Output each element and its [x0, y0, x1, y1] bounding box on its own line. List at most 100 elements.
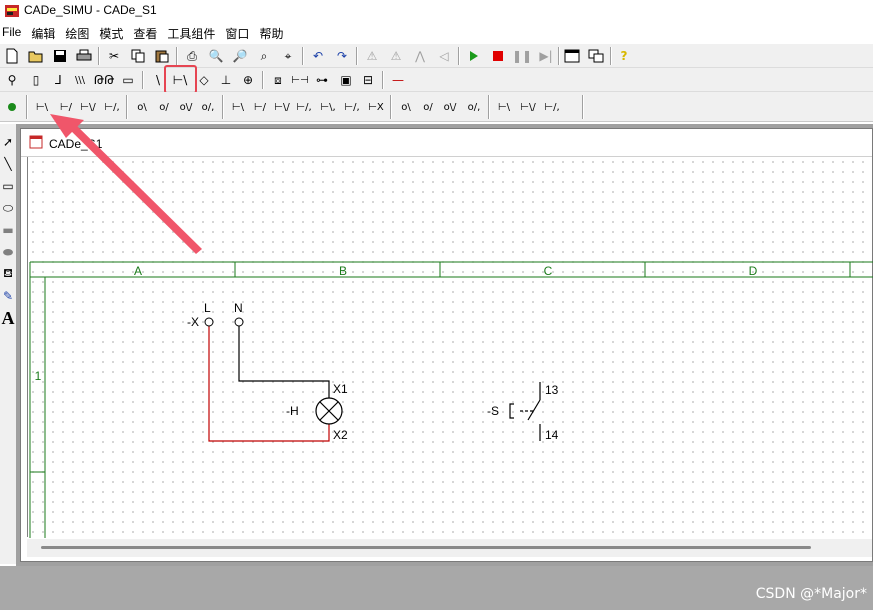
- aux-nc-pair-icon[interactable]: o\/: [440, 97, 460, 117]
- toolbar-separator: [582, 95, 584, 119]
- nc-contact-pair-icon[interactable]: ⊢\/: [78, 97, 98, 117]
- toolbar-separator: [382, 71, 384, 89]
- terminal-icon[interactable]: ⚲: [2, 70, 22, 90]
- print-preview-icon[interactable]: ⎙: [182, 46, 202, 66]
- open-icon[interactable]: [26, 46, 46, 66]
- toolbar-separator: [98, 47, 100, 65]
- filled-rectangle-icon[interactable]: ▬: [0, 220, 16, 240]
- components-toolbar: ⚲ ▯ ᒧ \\\ ԹԹ ▭ \ ⊢\ ◇ ⊥ ⊕ ⧈ ⊢⊣ ⊶ ▣ ⊟ —: [0, 65, 873, 94]
- box-icon[interactable]: ▣: [336, 70, 356, 90]
- timer-no-pair-icon[interactable]: o/,: [198, 97, 218, 117]
- cut-icon[interactable]: ✂: [104, 46, 124, 66]
- save-icon[interactable]: [50, 46, 70, 66]
- menu-draw[interactable]: 绘图: [63, 22, 95, 42]
- toolbar-separator: [142, 71, 144, 89]
- three-contact-b-icon[interactable]: ⊢/: [250, 97, 270, 117]
- help-icon[interactable]: ?: [614, 46, 634, 66]
- relay-icon[interactable]: ▭: [118, 70, 138, 90]
- mirror-icon[interactable]: ⚠: [386, 46, 406, 66]
- toolbar-separator: [262, 71, 264, 89]
- scrollbar-thumb[interactable]: [41, 546, 811, 549]
- switch-icon[interactable]: ᒧ: [48, 70, 68, 90]
- toolbar-separator: [610, 47, 612, 65]
- zoom-in-icon[interactable]: 🔍: [206, 46, 226, 66]
- aux-no-pair-icon[interactable]: o/,: [464, 97, 484, 117]
- menu-view[interactable]: 查看: [131, 22, 163, 42]
- fuse-icon[interactable]: ▯: [26, 70, 46, 90]
- three-pole-switch-icon[interactable]: \\\: [70, 70, 90, 90]
- no-contact-pair-icon[interactable]: ⊢/,: [102, 97, 122, 117]
- timer-nc-pair-icon[interactable]: o\/: [176, 97, 196, 117]
- app-window: CADe_SIMU - CADe_S1 File 编辑 绘图 模式 查看 工具组…: [0, 0, 873, 610]
- three-contact-g-icon[interactable]: ⊢X: [366, 97, 386, 117]
- resistor-icon[interactable]: ⊢⊣: [290, 70, 310, 90]
- record-icon[interactable]: [2, 97, 22, 117]
- connector-icon[interactable]: ⊟: [358, 70, 378, 90]
- watermark: CSDN @*Major*: [755, 586, 867, 602]
- limit-b-icon[interactable]: ⊢\/: [518, 97, 538, 117]
- three-contact-a-icon[interactable]: ⊢\: [228, 97, 248, 117]
- line-icon[interactable]: ╲: [0, 154, 16, 174]
- timer-no-icon[interactable]: o/: [154, 97, 174, 117]
- ellipse-icon[interactable]: ⬭: [0, 198, 16, 218]
- menu-bar: File 编辑 绘图 模式 查看 工具组件 窗口 帮助: [0, 22, 873, 42]
- new-icon[interactable]: [2, 46, 22, 66]
- zoom-fit-icon[interactable]: ⌕: [254, 46, 274, 66]
- menu-file[interactable]: File: [0, 22, 27, 42]
- menu-tools[interactable]: 工具组件: [165, 22, 221, 42]
- print-icon[interactable]: [74, 46, 94, 66]
- pause-icon[interactable]: ❚❚: [512, 46, 532, 66]
- no-contact-icon[interactable]: ⊢/: [56, 97, 76, 117]
- menu-help[interactable]: 帮助: [257, 22, 289, 42]
- aux-nc-icon[interactable]: o\: [396, 97, 416, 117]
- three-contact-f-icon[interactable]: ⊢/,: [342, 97, 362, 117]
- limit-a-icon[interactable]: ⊢\: [494, 97, 514, 117]
- document-title: CADe_S1: [49, 137, 103, 151]
- undo-icon[interactable]: ↶: [308, 46, 328, 66]
- pen-icon[interactable]: ✎: [0, 286, 16, 306]
- limit-c-icon[interactable]: ⊢/,: [542, 97, 562, 117]
- play-icon[interactable]: [464, 46, 484, 66]
- motor-icon[interactable]: ԹԹ: [94, 70, 115, 90]
- windows-icon[interactable]: [586, 46, 606, 66]
- move-icon[interactable]: ◁: [434, 46, 454, 66]
- toolbar-separator: [558, 47, 560, 65]
- flip-icon[interactable]: ⚠: [362, 46, 382, 66]
- three-contact-d-icon[interactable]: ⊢/,: [294, 97, 314, 117]
- step-icon[interactable]: ▶|: [536, 46, 556, 66]
- zoom-select-icon[interactable]: ⌖: [278, 46, 298, 66]
- wire-icon[interactable]: —: [388, 70, 408, 90]
- sensor-icon[interactable]: ⧈: [268, 70, 288, 90]
- cross-icon[interactable]: ⊥: [216, 70, 236, 90]
- toolbar-separator: [126, 95, 128, 119]
- timer-nc-icon[interactable]: o\: [132, 97, 152, 117]
- schematic-canvas[interactable]: [27, 157, 872, 537]
- fill-icon[interactable]: ⛾: [0, 264, 16, 284]
- rectangle-icon[interactable]: ▭: [0, 176, 16, 196]
- window-icon[interactable]: [562, 46, 582, 66]
- standard-toolbar: ✂ ⎙ 🔍 🔎 ⌕ ⌖ ↶ ↷ ⚠ ⚠ ⋀ ◁ ❚❚ ▶| ?: [0, 44, 873, 68]
- diamond-icon[interactable]: ◇: [194, 70, 214, 90]
- menu-mode[interactable]: 模式: [97, 22, 129, 42]
- copy-icon[interactable]: [128, 46, 148, 66]
- drawing-tools: ➚ ╲ ▭ ⬭ ▬ ⬬ ⛾ ✎ A: [0, 124, 16, 564]
- toolbar-separator: [488, 95, 490, 119]
- stop-icon[interactable]: [488, 46, 508, 66]
- menu-edit[interactable]: 编辑: [29, 22, 61, 42]
- three-contact-c-icon[interactable]: ⊢\/: [272, 97, 292, 117]
- three-contact-e-icon[interactable]: ⊢\,: [318, 97, 338, 117]
- text-icon[interactable]: A: [0, 308, 16, 328]
- rotate-icon[interactable]: ⋀: [410, 46, 430, 66]
- select-arrow-icon[interactable]: ➚: [0, 132, 16, 152]
- coil-icon[interactable]: ⊶: [312, 70, 332, 90]
- paste-icon[interactable]: [152, 46, 172, 66]
- menu-window[interactable]: 窗口: [223, 22, 255, 42]
- cross-box-icon[interactable]: ⊕: [238, 70, 258, 90]
- filled-ellipse-icon[interactable]: ⬬: [0, 242, 16, 262]
- zoom-out-icon[interactable]: 🔎: [230, 46, 250, 66]
- redo-icon[interactable]: ↷: [332, 46, 352, 66]
- nc-contact-icon[interactable]: ⊢\: [32, 97, 52, 117]
- aux-no-icon[interactable]: o/: [418, 97, 438, 117]
- horizontal-scrollbar[interactable]: [27, 539, 872, 557]
- toolbar-separator: [458, 47, 460, 65]
